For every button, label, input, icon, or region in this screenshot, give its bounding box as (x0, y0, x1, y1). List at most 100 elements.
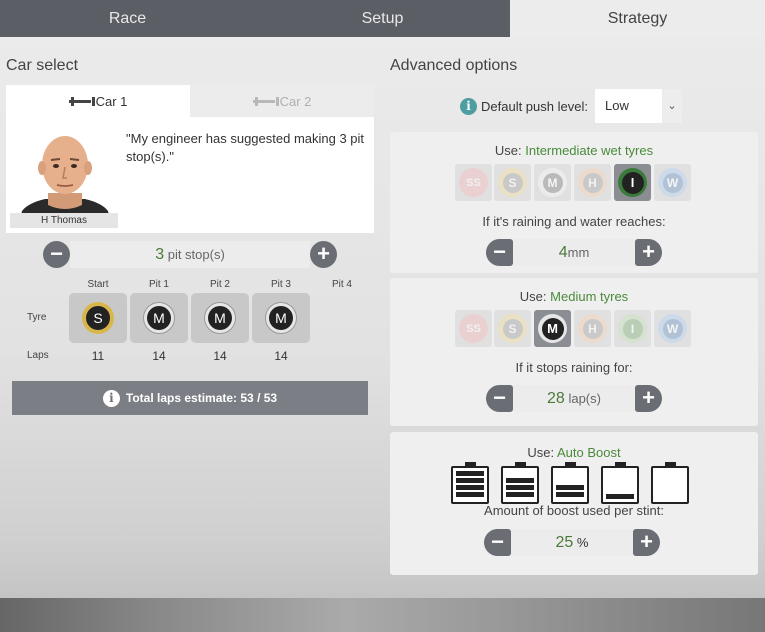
pit-stops-increase-button[interactable]: + (310, 241, 337, 268)
pit-stops-unit: pit stop(s) (167, 247, 225, 262)
tab-car-1[interactable]: Car 1 (6, 85, 190, 117)
boost-level-0-button[interactable] (651, 462, 689, 504)
wet-tyre-icon: W (658, 314, 687, 343)
wet-tyre-w-button[interactable]: W (654, 164, 691, 201)
car-icon (68, 96, 95, 106)
car-icon (252, 96, 279, 106)
boost-level-4-button[interactable] (451, 462, 489, 504)
tab-setup[interactable]: Setup (255, 0, 510, 37)
boost-decrease-button[interactable]: − (484, 529, 511, 556)
info-icon[interactable]: i (460, 97, 477, 115)
row-tyre-label: Tyre (27, 312, 47, 323)
super-soft-tyre-icon: SS (459, 168, 488, 197)
wet-question: If it's raining and water reaches: (482, 214, 666, 229)
push-level-value: Low (605, 98, 629, 113)
car-2-label: Car 2 (279, 93, 312, 109)
dry-tyre-i-button[interactable]: I (614, 310, 651, 347)
tab-race[interactable]: Race (0, 0, 255, 37)
water-level-decrease-button[interactable]: − (486, 239, 513, 266)
pit-stops-field: 3 pit stop(s) (70, 241, 310, 268)
tyre-letter: M (208, 306, 232, 330)
medium-tyre-icon: M (538, 168, 567, 197)
medium-tyre-icon: M (538, 314, 567, 343)
water-level-increase-button[interactable]: + (635, 239, 662, 266)
water-level-field: 4mm (513, 239, 635, 266)
dry-laps-unit: lap(s) (568, 391, 601, 406)
boost-level-1-button[interactable] (601, 462, 639, 504)
super-soft-tyre-icon: SS (459, 314, 488, 343)
stint-pit-3-tyre[interactable]: M (252, 293, 310, 343)
medium-tyre-icon: M (204, 302, 236, 334)
stint-pit-1-tyre[interactable]: M (130, 293, 188, 343)
dry-laps-increase-button[interactable]: + (635, 385, 662, 412)
boost-level-2-button[interactable] (551, 462, 589, 504)
stint-start-laps: 11 (91, 349, 105, 363)
pit-stops-count: 3 (155, 246, 165, 263)
boost-increase-button[interactable]: + (633, 529, 660, 556)
tyre-letter: S (86, 306, 110, 330)
chevron-down-icon: ⌄ (662, 89, 682, 123)
dry-use-row: Use: Medium tyres (390, 289, 758, 304)
car-tabs: Car 1 Car 2 (6, 85, 374, 117)
intermediate-tyre-icon: I (618, 314, 647, 343)
dry-question: If it stops raining for: (515, 360, 633, 375)
soft-tyre-icon: S (82, 302, 114, 334)
boost-question: Amount of boost used per stint: (484, 503, 664, 518)
medium-tyre-icon: M (265, 302, 297, 334)
column-pit-3: Pit 3 (270, 279, 291, 290)
dry-tyre-w-button[interactable]: W (654, 310, 691, 347)
stint-pit-2-tyre[interactable]: M (191, 293, 249, 343)
column-start: Start (87, 279, 109, 290)
boost-field: 25 % (511, 529, 633, 556)
stint-pit-3-laps: 14 (274, 349, 288, 363)
wet-use-value: Intermediate wet tyres (525, 143, 654, 158)
boost-use-row: Use: Auto Boost (390, 445, 758, 460)
info-icon: i (102, 389, 120, 407)
wet-tyre-m-button[interactable]: M (534, 164, 571, 201)
stint-pit-2-laps: 14 (213, 349, 227, 363)
wet-tyre-i-button[interactable]: I (614, 164, 651, 201)
stint-start-tyre[interactable]: S (69, 293, 127, 343)
dry-tyre-panel: Use: Medium tyres SS S M H I W If it sto… (390, 278, 758, 426)
tab-strategy[interactable]: Strategy (510, 0, 765, 37)
dry-laps-decrease-button[interactable]: − (486, 385, 513, 412)
wet-tyre-h-button[interactable]: H (574, 164, 611, 201)
push-level-row: i Default push level: (460, 89, 588, 123)
tyre-letter: M (269, 306, 293, 330)
column-pit-4: Pit 4 (331, 279, 352, 290)
wet-tyre-ss-button[interactable]: SS (455, 164, 492, 201)
car-select-title: Car select (6, 57, 79, 74)
hard-tyre-icon: H (578, 314, 607, 343)
bottom-bar (0, 598, 765, 632)
dry-tyre-h-button[interactable]: H (574, 310, 611, 347)
total-laps-text: Total laps estimate: 53 / 53 (125, 391, 278, 405)
soft-tyre-icon: S (498, 314, 527, 343)
wet-use-label: Use: (494, 143, 522, 158)
car-card: Car 1 Car 2 H Thomas "My engineer has su… (6, 85, 374, 233)
dry-use-value: Medium tyres (550, 289, 629, 304)
dry-laps-value: 28 (547, 390, 565, 407)
tyre-letter: M (147, 306, 171, 330)
row-laps-label: Laps (27, 350, 49, 361)
push-level-select[interactable]: Low ⌄ (595, 89, 682, 123)
boost-unit: % (576, 535, 589, 550)
boost-use-value: Auto Boost (557, 445, 621, 460)
water-level-unit: mm (567, 245, 590, 260)
boost-value: 25 (555, 534, 574, 551)
tab-car-2[interactable]: Car 2 (190, 85, 374, 117)
push-level-label: Default push level: (481, 98, 588, 114)
column-pit-2: Pit 2 (209, 279, 230, 290)
boost-level-3-button[interactable] (501, 462, 539, 504)
dry-use-label: Use: (519, 289, 547, 304)
advanced-options-title: Advanced options (390, 57, 518, 74)
wet-tyre-s-button[interactable]: S (494, 164, 531, 201)
dry-tyre-m-button[interactable]: M (534, 310, 571, 347)
dry-tyre-s-button[interactable]: S (494, 310, 531, 347)
dry-tyre-ss-button[interactable]: SS (455, 310, 492, 347)
boost-panel: Use: Auto Boost Amount of boost used per… (390, 432, 758, 575)
pit-stops-decrease-button[interactable]: − (43, 241, 70, 268)
driver-name: H Thomas (10, 213, 118, 228)
medium-tyre-icon: M (143, 302, 175, 334)
intermediate-tyre-icon: I (618, 168, 647, 197)
hard-tyre-icon: H (578, 168, 607, 197)
